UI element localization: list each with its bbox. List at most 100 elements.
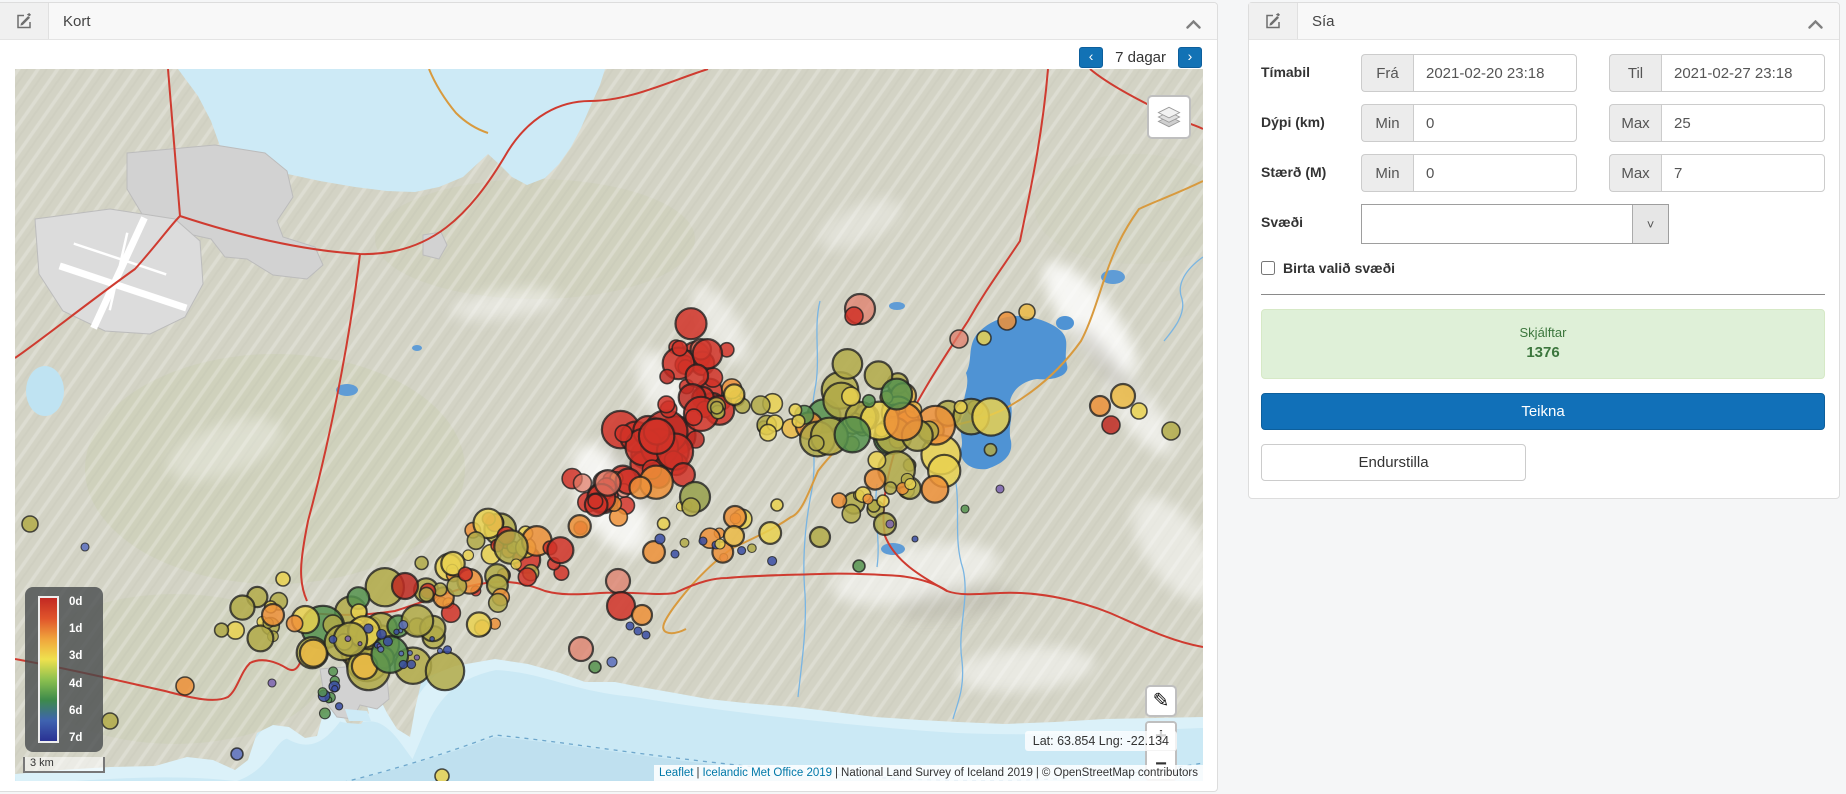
earthquake-dot[interactable] xyxy=(792,415,805,428)
earthquake-dot[interactable] xyxy=(998,312,1016,330)
earthquake-dot[interactable] xyxy=(268,679,276,687)
earthquake-dot[interactable] xyxy=(671,550,679,558)
earthquake-dot[interactable] xyxy=(768,557,777,566)
earthquake-dot[interactable] xyxy=(300,640,327,667)
earthquake-dot[interactable] xyxy=(881,379,912,410)
earthquake-dot[interactable] xyxy=(358,642,362,646)
earthquake-dot[interactable] xyxy=(724,526,744,546)
earthquake-dot[interactable] xyxy=(760,424,777,441)
earthquake-dot[interactable] xyxy=(329,667,338,676)
earthquake-dot[interactable] xyxy=(680,538,689,547)
earthquake-dot[interactable] xyxy=(276,572,290,586)
earthquake-dot[interactable] xyxy=(715,539,725,549)
earthquake-dot[interactable] xyxy=(748,544,757,553)
earthquake-dot[interactable] xyxy=(642,631,650,639)
earthquake-dot[interactable] xyxy=(961,505,969,513)
earthquake-dot[interactable] xyxy=(686,409,702,425)
earthquake-dot[interactable] xyxy=(877,495,889,507)
earthquake-dot[interactable] xyxy=(682,498,700,516)
layers-control[interactable] xyxy=(1147,95,1191,139)
earthquake-dot[interactable] xyxy=(231,748,243,760)
reset-button[interactable]: Endurstilla xyxy=(1261,444,1526,481)
earthquake-dot[interactable] xyxy=(607,657,617,667)
earthquake-dot[interactable] xyxy=(262,604,284,626)
earthquake-dot[interactable] xyxy=(402,605,434,637)
earthquake-dot[interactable] xyxy=(972,398,1009,435)
earthquake-dot[interactable] xyxy=(345,636,351,642)
earthquake-dot[interactable] xyxy=(494,530,527,563)
earthquake-dot[interactable] xyxy=(574,474,592,492)
earthquake-dot[interactable] xyxy=(589,661,601,673)
show-selected-region-checkbox[interactable] xyxy=(1261,261,1275,275)
magnitude-min-input[interactable] xyxy=(1413,154,1577,192)
earthquake-dot[interactable] xyxy=(364,624,373,633)
earthquake-dot[interactable] xyxy=(606,569,630,593)
earthquake-dot[interactable] xyxy=(810,527,830,547)
earthquake-dot[interactable] xyxy=(639,419,674,454)
earthquake-dot[interactable] xyxy=(176,677,194,695)
earthquake-dot[interactable] xyxy=(699,537,707,545)
prev-period-button[interactable]: ‹ xyxy=(1079,47,1103,68)
earthquake-dot[interactable] xyxy=(320,708,331,719)
earthquake-dot[interactable] xyxy=(22,516,38,532)
earthquake-dot[interactable] xyxy=(102,713,118,729)
next-period-button[interactable]: › xyxy=(1178,47,1202,68)
magnitude-max-input[interactable] xyxy=(1661,154,1825,192)
earthquake-dot[interactable] xyxy=(759,522,781,544)
earthquake-dot[interactable] xyxy=(809,436,824,451)
earthquake-dot[interactable] xyxy=(912,536,918,542)
earthquake-dot[interactable] xyxy=(248,626,274,652)
earthquake-dot[interactable] xyxy=(630,477,652,499)
earthquake-dot[interactable] xyxy=(518,568,536,586)
earthquake-dot[interactable] xyxy=(1111,384,1135,408)
earthquake-dot[interactable] xyxy=(227,622,244,639)
earthquake-dot[interactable] xyxy=(1162,422,1180,440)
earthquake-dot[interactable] xyxy=(459,567,473,581)
earthquake-dot[interactable] xyxy=(419,587,433,601)
earthquake-dot[interactable] xyxy=(1102,416,1120,434)
earthquake-dot[interactable] xyxy=(868,452,885,469)
earthquake-dot[interactable] xyxy=(407,660,415,668)
earthquake-dot[interactable] xyxy=(394,629,399,634)
earthquake-dot[interactable] xyxy=(547,537,573,563)
attribution-link[interactable]: Leaflet xyxy=(659,767,694,779)
earthquake-dot[interactable] xyxy=(399,660,407,668)
earthquake-dot[interactable] xyxy=(724,384,744,404)
earthquake-dot[interactable] xyxy=(711,402,723,414)
draw-button[interactable]: Teikna xyxy=(1261,393,1825,430)
earthquake-dot[interactable] xyxy=(922,476,949,503)
collapse-panel-icon[interactable] xyxy=(1808,16,1823,34)
earthquake-dot[interactable] xyxy=(569,637,593,661)
earthquake-dot[interactable] xyxy=(1090,396,1110,416)
earthquake-dot[interactable] xyxy=(842,387,860,405)
earthquake-dot[interactable] xyxy=(833,349,863,379)
earthquake-dot[interactable] xyxy=(842,505,860,523)
earthquake-dot[interactable] xyxy=(336,703,343,710)
earthquake-dot[interactable] xyxy=(569,515,591,537)
earthquake-dot[interactable] xyxy=(489,594,508,613)
earthquake-dot[interactable] xyxy=(751,396,770,415)
earthquake-dot[interactable] xyxy=(414,655,419,660)
earthquake-dot[interactable] xyxy=(655,534,665,544)
earthquake-dot[interactable] xyxy=(832,493,847,508)
earthquake-dot[interactable] xyxy=(408,651,413,656)
earthquake-dot[interactable] xyxy=(467,532,484,549)
earthquake-dot[interactable] xyxy=(905,479,916,490)
earthquake-dot[interactable] xyxy=(399,621,408,630)
earthquake-dot[interactable] xyxy=(676,308,707,339)
earthquake-dot[interactable] xyxy=(863,494,873,504)
earthquake-dot[interactable] xyxy=(81,543,89,551)
earthquake-dot[interactable] xyxy=(378,646,384,652)
earthquake-dot[interactable] xyxy=(672,341,687,356)
earthquake-dot[interactable] xyxy=(230,596,254,620)
collapse-panel-icon[interactable] xyxy=(1186,16,1201,34)
earthquake-dot[interactable] xyxy=(977,331,991,345)
earthquake-dot[interactable] xyxy=(392,573,418,599)
map[interactable]: ✎ + − 0d 1d 3d 4d 6d 7d 3 km Lat: 63.85 xyxy=(15,69,1203,781)
attribution-link[interactable]: Icelandic Met Office 2019 xyxy=(702,767,832,779)
earthquake-dot[interactable] xyxy=(738,547,746,555)
earthquake-dot[interactable] xyxy=(771,499,783,511)
earthquake-dot[interactable] xyxy=(660,370,674,384)
draw-control[interactable]: ✎ xyxy=(1145,685,1177,717)
earthquake-dot[interactable] xyxy=(884,482,896,494)
